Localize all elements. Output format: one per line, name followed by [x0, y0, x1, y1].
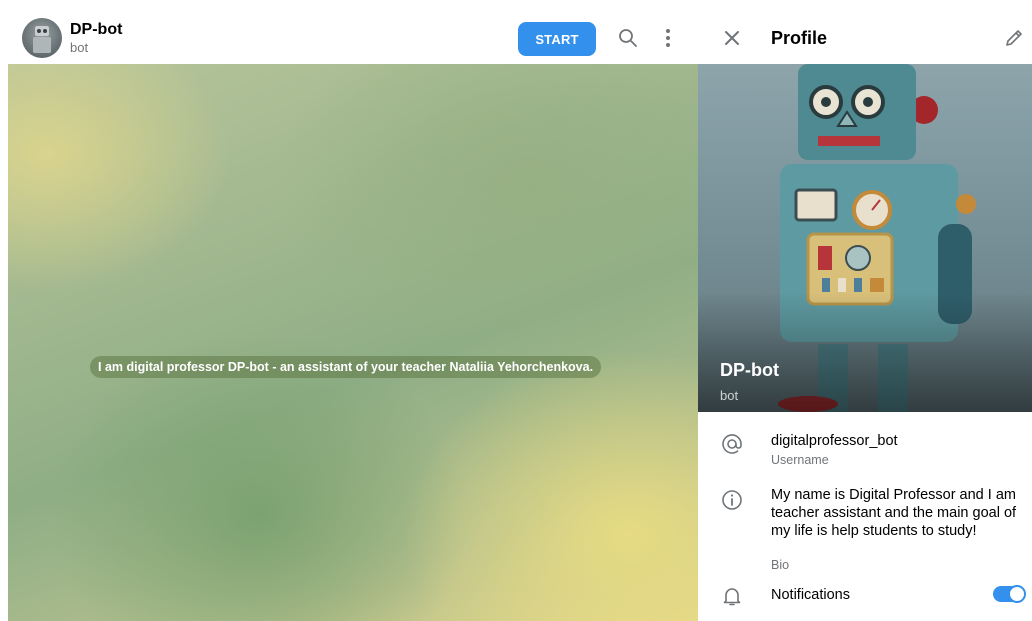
- username-row[interactable]: digitalprofessor_bot Username: [698, 422, 1032, 476]
- profile-title: Profile: [771, 28, 828, 48]
- photo-shade: [698, 292, 1032, 412]
- chat-subtitle: bot: [70, 40, 89, 55]
- service-message: I am digital professor DP-bot - an assis…: [90, 356, 602, 378]
- bio-row[interactable]: My name is Digital Professor and I am te…: [698, 482, 1032, 572]
- edit-icon[interactable]: [1002, 26, 1026, 50]
- bell-icon: [720, 584, 744, 608]
- notifications-toggle[interactable]: [993, 585, 1026, 603]
- bio-label: Bio: [771, 558, 790, 572]
- search-icon[interactable]: [616, 26, 640, 50]
- window-edge: [0, 0, 8, 621]
- profile-header: Profile: [698, 12, 1032, 64]
- profile-name: DP-bot: [720, 360, 779, 380]
- start-button[interactable]: START: [518, 22, 596, 56]
- notifications-label: Notifications: [771, 587, 850, 603]
- username-value: digitalprofessor_bot: [771, 433, 898, 449]
- profile-panel: Profile DP-bot bot digitalprofessor_bot …: [698, 12, 1032, 621]
- notifications-row[interactable]: Notifications: [698, 576, 1032, 616]
- more-vertical-icon[interactable]: [656, 26, 680, 50]
- avatar[interactable]: [22, 18, 62, 58]
- chat-title[interactable]: DP-bot: [70, 21, 122, 39]
- close-icon[interactable]: [720, 26, 744, 50]
- username-label: Username: [771, 453, 829, 467]
- profile-photo[interactable]: DP-bot bot: [698, 64, 1032, 412]
- chat-background: I am digital professor DP-bot - an assis…: [8, 64, 698, 621]
- profile-subtitle: bot: [720, 388, 739, 403]
- bio-value: My name is Digital Professor and I am te…: [771, 487, 1017, 539]
- chat-header: DP-bot bot START: [8, 12, 698, 64]
- at-icon: [720, 432, 744, 456]
- info-icon: [720, 488, 744, 512]
